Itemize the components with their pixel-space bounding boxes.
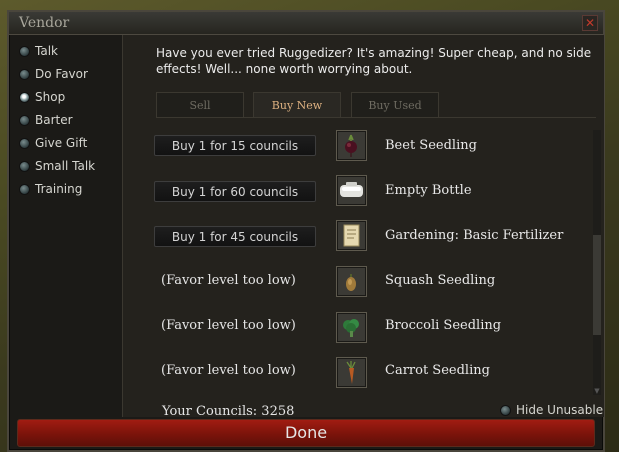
scrollbar-thumb[interactable]	[593, 235, 601, 335]
radio-selected-icon[interactable]	[19, 91, 30, 103]
sidebar-item-label: Give Gift	[35, 136, 88, 150]
tab-buy-new[interactable]: Buy New	[253, 92, 341, 118]
favor-status: (Favor level too low)	[161, 273, 296, 288]
hide-unusable-label: Hide Unusable	[516, 403, 604, 417]
radio-icon[interactable]	[500, 404, 511, 416]
sidebar-item-small-talk[interactable]: Small Talk	[19, 156, 95, 176]
radio-icon[interactable]	[19, 137, 30, 149]
radio-icon[interactable]	[19, 160, 30, 172]
tab-buy-used[interactable]: Buy Used	[351, 92, 439, 118]
sidebar-item-shop[interactable]: Shop	[19, 87, 65, 107]
buy-button[interactable]: Buy 1 for 15 councils	[154, 135, 316, 156]
broccoli-icon[interactable]	[336, 312, 367, 343]
sidebar-item-label: Training	[35, 182, 83, 196]
radio-icon[interactable]	[19, 114, 30, 126]
vendor-dialogue: Have you ever tried Ruggedizer? It's ama…	[156, 46, 592, 76]
squash-icon[interactable]	[336, 266, 367, 297]
radio-icon[interactable]	[19, 45, 30, 57]
buy-button[interactable]: Buy 1 for 45 councils	[154, 226, 316, 247]
scroll-icon[interactable]	[336, 220, 367, 251]
close-icon[interactable]: ✕	[582, 15, 598, 31]
item-name: Gardening: Basic Fertilizer	[385, 228, 564, 243]
item-name: Empty Bottle	[385, 183, 472, 198]
radio-icon[interactable]	[19, 183, 30, 195]
sidebar-item-give-gift[interactable]: Give Gift	[19, 133, 87, 153]
sidebar-item-label: Barter	[35, 113, 73, 127]
item-name: Broccoli Seedling	[385, 318, 502, 333]
sidebar-item-label: Talk	[35, 44, 58, 58]
tab-divider	[156, 117, 596, 118]
sidebar: Talk Do Favor Shop Barter Give Gift Smal…	[9, 35, 117, 425]
buy-button[interactable]: Buy 1 for 60 councils	[154, 181, 316, 202]
hide-unusable-toggle[interactable]: Hide Unusable	[500, 403, 603, 417]
favor-status: (Favor level too low)	[161, 318, 296, 333]
tab-sell[interactable]: Sell	[156, 92, 244, 118]
shop-panel: Have you ever tried Ruggedizer? It's ama…	[122, 35, 604, 419]
scroll-down-icon[interactable]: ▼	[593, 387, 601, 395]
carrot-icon[interactable]	[336, 357, 367, 388]
favor-status: (Favor level too low)	[161, 363, 296, 378]
councils-balance: Your Councils: 3258	[162, 404, 295, 419]
sidebar-item-label: Shop	[35, 90, 66, 104]
item-name: Beet Seedling	[385, 138, 477, 153]
item-name: Squash Seedling	[385, 273, 496, 288]
done-button[interactable]: Done	[17, 419, 595, 447]
vendor-window: Vendor ✕ Talk Do Favor Shop Barter Give …	[7, 10, 605, 452]
beet-icon[interactable]	[336, 130, 367, 161]
radio-icon[interactable]	[19, 68, 30, 80]
sidebar-item-barter[interactable]: Barter	[19, 110, 73, 130]
sidebar-item-label: Do Favor	[35, 67, 88, 81]
sidebar-item-training[interactable]: Training	[19, 179, 82, 199]
sidebar-item-do-favor[interactable]: Do Favor	[19, 64, 88, 84]
sidebar-item-talk[interactable]: Talk	[19, 41, 58, 61]
window-title: Vendor	[19, 15, 70, 31]
item-name: Carrot Seedling	[385, 363, 490, 378]
sidebar-item-label: Small Talk	[35, 159, 96, 173]
title-bar[interactable]: Vendor ✕	[9, 12, 603, 35]
bottle-icon[interactable]	[336, 175, 367, 206]
